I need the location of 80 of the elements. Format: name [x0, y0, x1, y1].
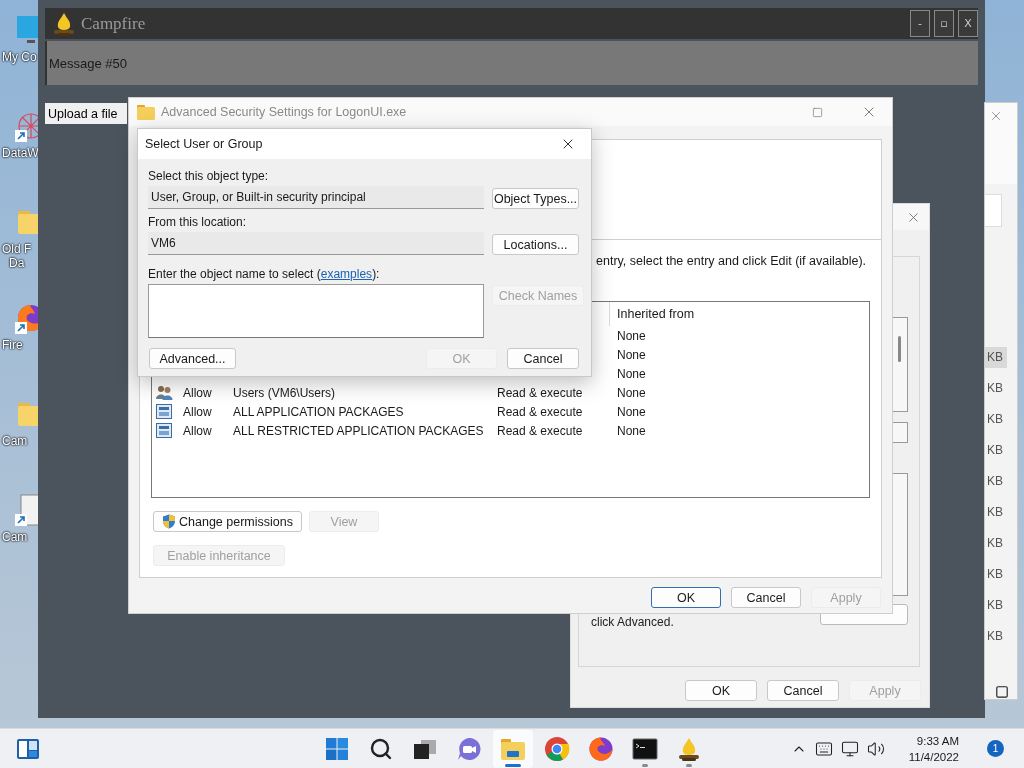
desktop-icon-label: DataW	[2, 146, 39, 160]
file-size[interactable]: KB	[985, 378, 1007, 410]
desktop-icon-label: Old F Da	[2, 242, 32, 270]
table-cell-text: Allow	[183, 385, 213, 400]
folder-icon	[137, 104, 155, 120]
chat-icon[interactable]	[456, 735, 482, 762]
notification-badge[interactable]: 1	[987, 740, 1004, 757]
table-cell-text: None	[616, 423, 647, 438]
table-cell-text: Read & execute	[497, 404, 584, 419]
firefox-icon[interactable]	[588, 735, 614, 762]
advanced-button[interactable]: Advanced...	[149, 348, 236, 369]
table-cell-text: Allow	[183, 404, 213, 419]
table-cell-text: Read & execute	[497, 385, 584, 400]
table-cell-text: ALL APPLICATION PACKAGES	[233, 404, 405, 419]
file-size[interactable]: KB	[985, 626, 1007, 658]
desktop-icon-label: Cam	[2, 530, 28, 544]
table-cell-text: None	[616, 385, 647, 400]
location-field: VM6	[148, 232, 484, 255]
widgets-icon[interactable]	[16, 736, 40, 761]
file-size[interactable]: KB	[985, 502, 1007, 534]
terminal-icon[interactable]	[632, 737, 658, 760]
column-header[interactable]: Inherited from	[609, 302, 869, 326]
file-size[interactable]: KB	[985, 595, 1007, 627]
dialog-title: Select User or Group	[145, 137, 264, 151]
window-control-button[interactable]: ▫	[934, 10, 954, 37]
file-size[interactable]: KB	[985, 533, 1007, 565]
input-field[interactable]	[985, 194, 1002, 228]
name-prompt: Enter the object name to select (examples):	[148, 267, 381, 281]
table-cell-text: None	[616, 328, 647, 343]
ok-button[interactable]: OK	[651, 587, 721, 608]
folder-icon[interactable]	[500, 736, 526, 761]
square-icon[interactable]	[995, 685, 1009, 699]
table-cell-text: None	[616, 404, 647, 419]
clock-time[interactable]: 9:33 AM	[916, 732, 959, 749]
advanced-hint: click Advanced.	[591, 615, 674, 629]
cancel-button[interactable]: Cancel	[731, 587, 801, 608]
field-label: Select this object type:	[148, 169, 270, 183]
table-cell-text: Users (VM6\Users)	[233, 385, 336, 400]
window-control-button[interactable]: -	[910, 10, 930, 37]
cancel-button[interactable]: Cancel	[767, 680, 839, 701]
object-type-field: User, Group, or Built-in security principal	[148, 186, 484, 209]
instruction-text: entry, select the entry and click Edit (if available).	[596, 254, 868, 268]
window-title: Campfire	[81, 13, 147, 34]
windows-start-icon[interactable]	[325, 736, 349, 761]
users-icon	[156, 385, 173, 400]
clock-date[interactable]: 11/4/2022	[908, 748, 959, 765]
file-size[interactable]: KB	[985, 564, 1007, 596]
keyboard-icon[interactable]	[814, 739, 833, 758]
network-icon[interactable]	[840, 739, 859, 758]
change-permissions-button[interactable]: Change permissions	[153, 511, 302, 532]
file-size[interactable]: KB	[985, 471, 1007, 503]
examples-link[interactable]: examples	[320, 267, 373, 281]
ok-button[interactable]: OK	[685, 680, 757, 701]
monitor-icon[interactable]	[15, 14, 38, 46]
volume-icon[interactable]	[866, 739, 885, 758]
package-icon	[156, 423, 172, 438]
package-icon	[156, 404, 172, 419]
shield-icon	[162, 514, 176, 529]
scrollbar-thumb[interactable]	[898, 336, 901, 362]
table-cell-text: Read & execute	[497, 423, 584, 438]
table-cell-text: ALL RESTRICTED APPLICATION PACKAGES	[233, 423, 485, 438]
field-label: From this location:	[148, 215, 248, 229]
window-title: Advanced Security Settings for LogonUI.exe	[161, 105, 408, 119]
table-cell-text: None	[616, 366, 647, 381]
file-size[interactable]: KB	[985, 409, 1007, 441]
window-control-button[interactable]: X	[958, 10, 978, 37]
desktop-icon-label: Fire	[2, 338, 23, 352]
upload-button[interactable]: Upload a file	[45, 103, 127, 124]
desktop-icon-label: Cam	[2, 434, 28, 448]
object-name-field[interactable]	[148, 284, 484, 338]
file-size[interactable]: KB	[985, 440, 1007, 472]
desktop-icon-label: My Co	[2, 50, 37, 64]
chrome-icon[interactable]	[544, 735, 570, 762]
object-types-button[interactable]: Object Types...	[492, 188, 579, 209]
search-icon[interactable]	[369, 736, 393, 761]
table-cell-text: None	[616, 347, 647, 362]
cancel-button[interactable]: Cancel	[507, 348, 579, 369]
message-text: Message #50	[49, 55, 128, 71]
table-cell-text: Allow	[183, 423, 213, 438]
locations-button[interactable]: Locations...	[492, 234, 579, 255]
